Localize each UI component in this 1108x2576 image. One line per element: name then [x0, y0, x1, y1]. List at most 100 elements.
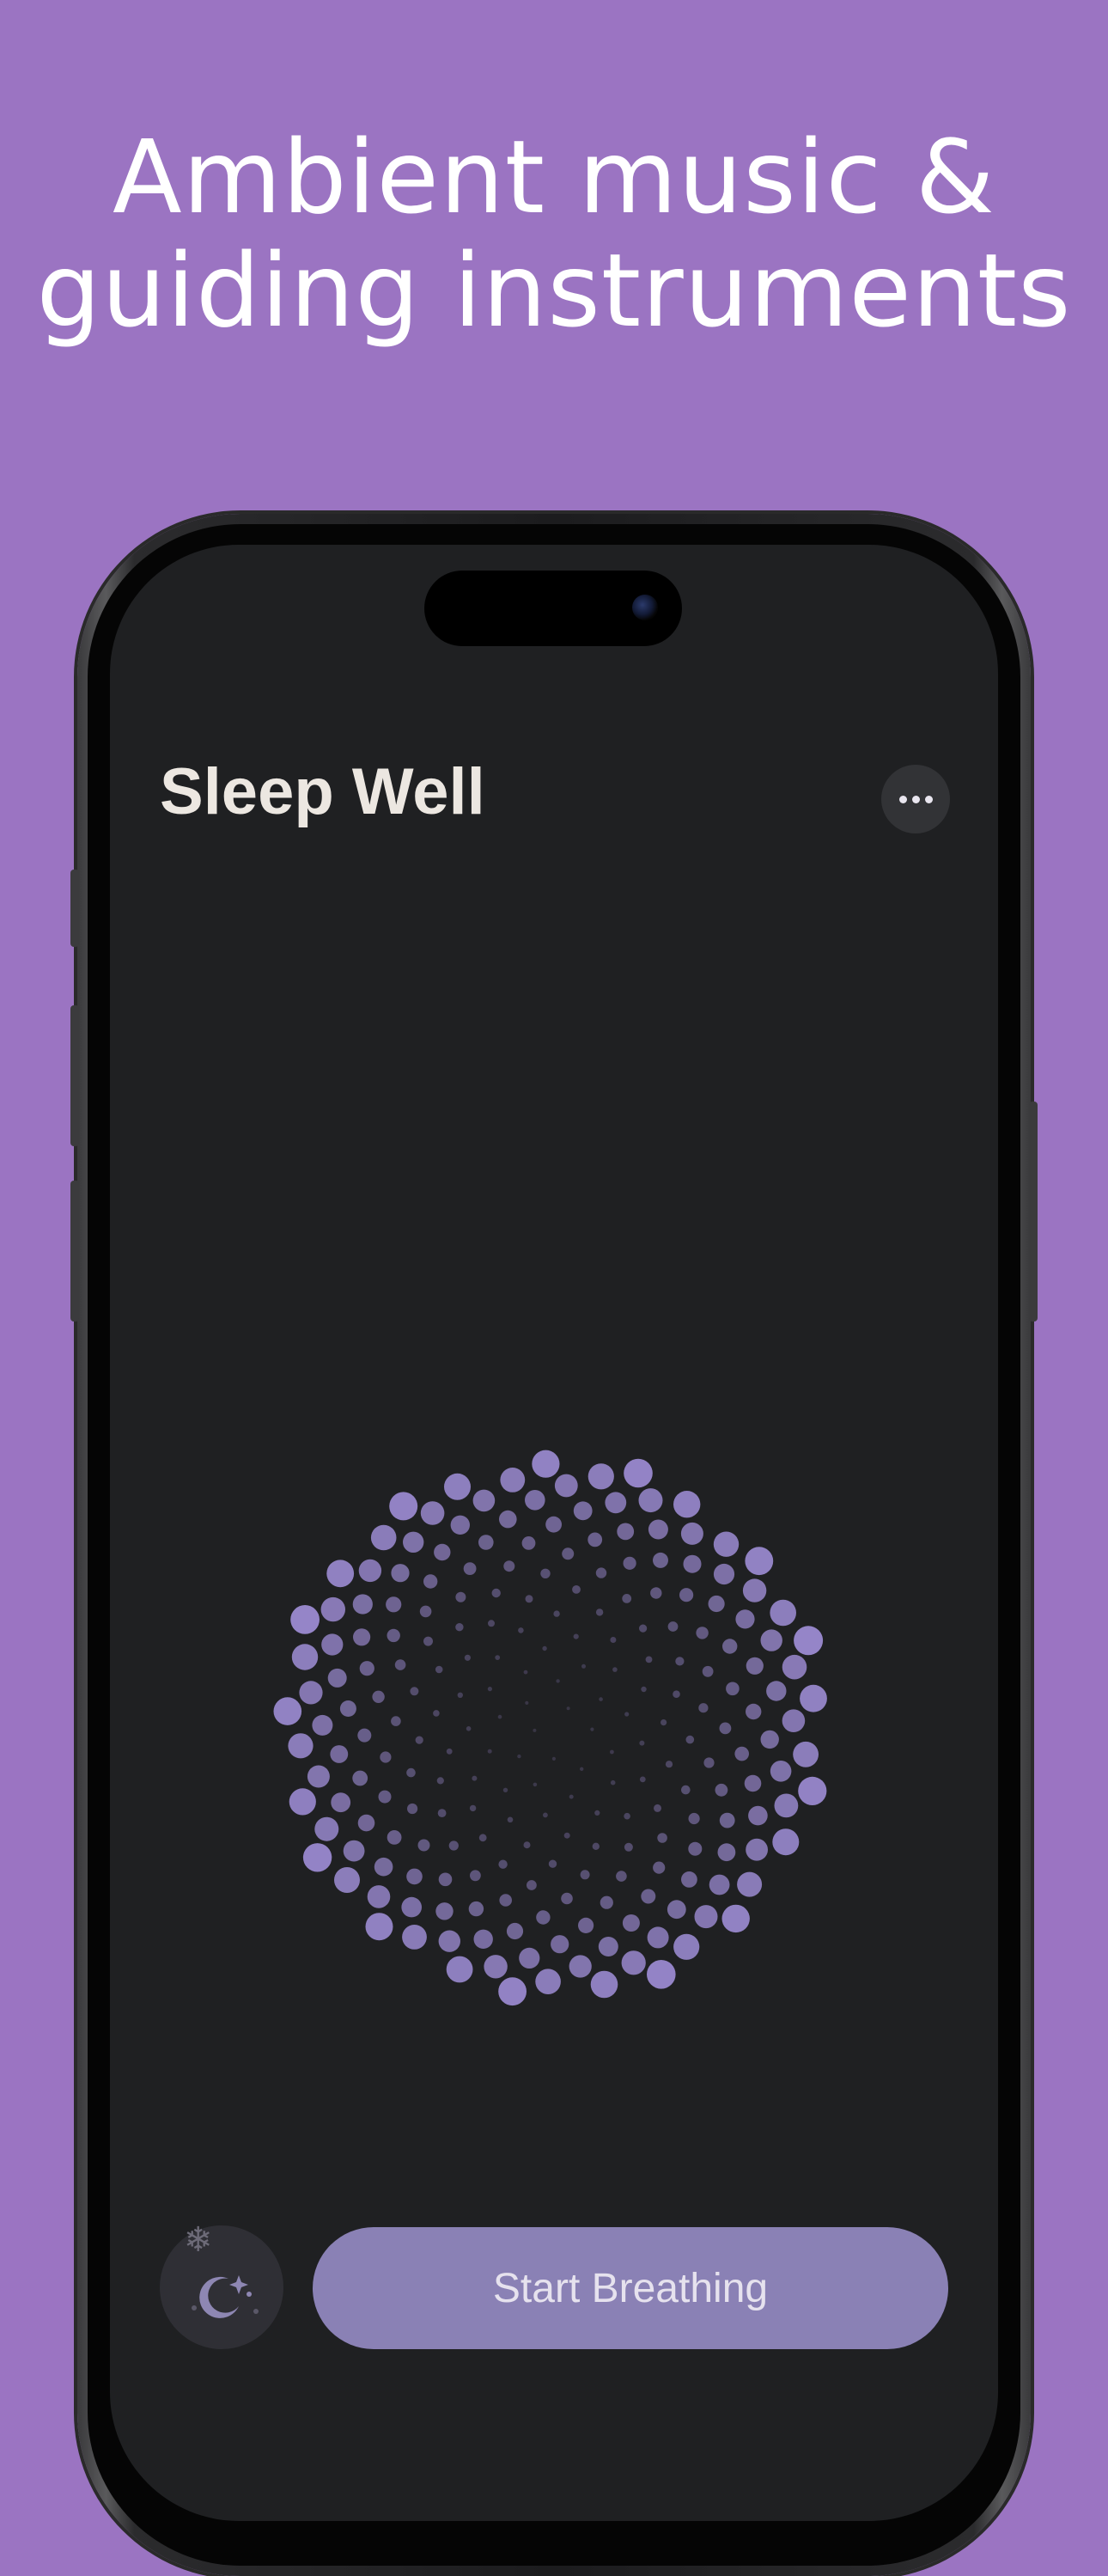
breathing-dot	[647, 1960, 676, 1989]
breathing-dot	[455, 1623, 464, 1632]
breathing-dot	[502, 1787, 508, 1792]
breathing-dot	[675, 1657, 685, 1666]
breathing-dot	[535, 1969, 561, 1994]
breathing-dot	[533, 1782, 538, 1787]
breathing-dot	[561, 1892, 573, 1905]
breathing-dot	[742, 1578, 767, 1602]
breathing-dot	[420, 1501, 445, 1525]
breathing-dot	[506, 1922, 524, 1940]
app-screen: Sleep Well ❄ Start Breathing	[110, 545, 998, 2521]
breathing-dot	[391, 1564, 410, 1583]
breathing-dot	[563, 1832, 570, 1839]
breathing-dot	[488, 1620, 495, 1627]
breathing-dot	[499, 1894, 512, 1907]
phone-action-button	[70, 870, 79, 947]
breathing-dot	[434, 1543, 451, 1561]
dot-icon	[253, 2309, 259, 2314]
breathing-dot	[667, 1900, 686, 1920]
breathing-dot	[423, 1574, 438, 1589]
breathing-dot	[679, 1588, 694, 1602]
breathing-dot	[536, 1910, 551, 1925]
breathing-dot	[698, 1703, 709, 1713]
breathing-dot	[457, 1692, 463, 1698]
ambient-sound-button[interactable]: ❄	[160, 2220, 283, 2349]
more-options-button[interactable]	[881, 765, 950, 833]
breathing-dot	[770, 1761, 792, 1782]
breathing-dot	[673, 1933, 700, 1960]
breathing-dot	[770, 1599, 796, 1627]
breathing-dot	[436, 1777, 444, 1785]
breathing-dot	[417, 1839, 430, 1852]
breathing-dot	[402, 1925, 427, 1950]
breathing-dot	[653, 1552, 668, 1568]
breathing-dot	[378, 1790, 392, 1804]
breathing-dot	[598, 1937, 618, 1956]
breathing-dot	[484, 1955, 508, 1979]
breathing-dot	[415, 1736, 423, 1744]
breathing-dot	[302, 1843, 332, 1872]
breathing-dot	[624, 1812, 630, 1820]
breathing-dot	[446, 1748, 453, 1755]
breathing-dot	[320, 1596, 345, 1622]
breathing-dot	[407, 1803, 418, 1815]
breathing-dot	[683, 1554, 702, 1573]
breathing-dot	[665, 1761, 673, 1768]
breathing-dot	[365, 1913, 393, 1941]
headline-line-1: Ambient music &	[113, 118, 995, 236]
breathing-dot	[391, 1716, 401, 1726]
breathing-dot	[523, 1670, 528, 1675]
breathing-dot	[299, 1681, 323, 1705]
breathing-dot	[380, 1751, 392, 1763]
breathing-dot	[327, 1668, 347, 1688]
breathing-dot	[437, 1809, 447, 1817]
breathing-dot	[463, 1562, 477, 1575]
breathing-dot	[468, 1901, 484, 1917]
breathing-dot	[694, 1905, 718, 1929]
breathing-dot	[737, 1871, 763, 1897]
breathing-dot	[592, 1842, 600, 1850]
ellipsis-icon-dot	[924, 795, 933, 803]
breathing-dot	[367, 1885, 391, 1908]
breathing-dot	[543, 1812, 548, 1818]
breathing-dot	[623, 1556, 636, 1570]
breathing-dot	[800, 1684, 827, 1712]
breathing-dot	[307, 1765, 330, 1788]
breathing-dot	[545, 1516, 562, 1533]
breathing-dot	[455, 1591, 466, 1602]
start-breathing-button[interactable]: Start Breathing	[313, 2227, 948, 2349]
breathing-dot	[638, 1488, 663, 1513]
breathing-dot	[639, 1776, 646, 1783]
breathing-dot	[519, 1947, 540, 1969]
breathing-dot	[661, 1719, 667, 1726]
breathing-dot	[685, 1735, 695, 1744]
breathing-dot	[719, 1722, 732, 1735]
breathing-dot	[487, 1749, 492, 1754]
star-dot-icon	[247, 2292, 252, 2297]
breathing-dot	[639, 1740, 645, 1746]
breathing-dot	[551, 1935, 569, 1954]
breathing-dot	[641, 1889, 656, 1904]
breathing-dot	[507, 1816, 514, 1823]
phone-volume-down-button	[70, 1181, 79, 1322]
breathing-dot	[715, 1783, 728, 1797]
breathing-dot	[641, 1686, 647, 1693]
breathing-dot	[648, 1519, 668, 1540]
breathing-dot	[478, 1535, 494, 1550]
breathing-dot	[533, 1728, 537, 1732]
breathing-dot	[321, 1633, 344, 1656]
breathing-dot	[645, 1656, 653, 1663]
breathing-dot	[353, 1628, 371, 1646]
breathing-dot	[760, 1629, 782, 1651]
breathing-dot	[621, 1950, 646, 1975]
breathing-dot	[326, 1560, 355, 1588]
breathing-dot	[580, 1767, 584, 1771]
breathing-dot	[594, 1810, 600, 1816]
breathing-dot	[673, 1690, 680, 1698]
breathing-dot	[578, 1917, 594, 1933]
breathing-dot	[688, 1812, 700, 1825]
breathing-dot	[503, 1560, 515, 1572]
breathing-dot	[794, 1626, 824, 1656]
breathing-dot	[793, 1741, 819, 1767]
breathing-dot	[647, 1926, 669, 1949]
breathing-dot	[500, 1468, 526, 1492]
